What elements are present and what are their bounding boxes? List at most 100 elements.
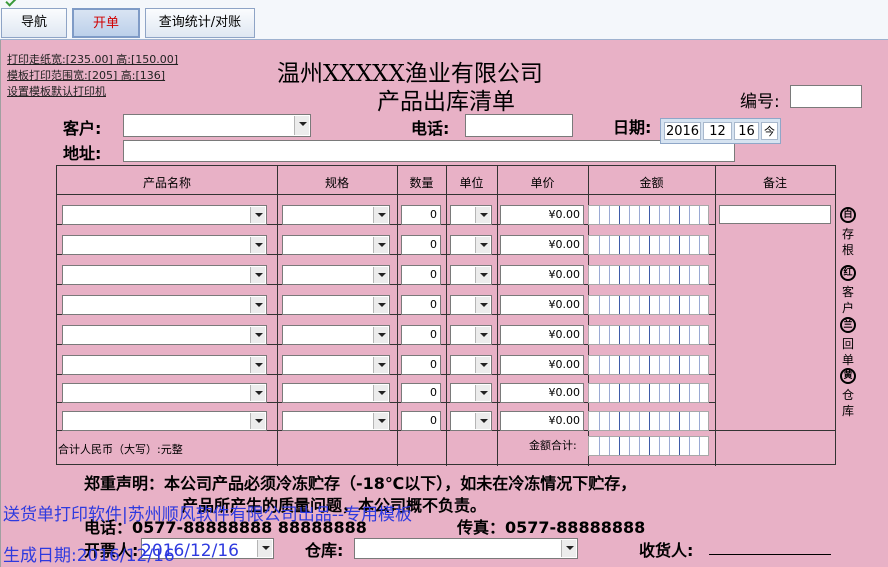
spec-select[interactable] — [282, 295, 390, 315]
chevron-down-icon[interactable] — [475, 385, 490, 401]
chevron-down-icon[interactable] — [373, 357, 388, 373]
paper-size-link[interactable]: 打印走纸宽:[235.00] 高:[150.00] — [7, 51, 178, 67]
date-month[interactable]: 12 — [703, 122, 732, 140]
spec-select[interactable] — [282, 325, 390, 345]
remark-input[interactable] — [719, 205, 831, 224]
order-form: 打印走纸宽:[235.00] 高:[150.00] 模板打印范围宽:[205] … — [0, 40, 888, 567]
chevron-down-icon[interactable] — [250, 357, 265, 373]
chevron-down-icon[interactable] — [373, 413, 388, 429]
unit-price-input[interactable]: ¥0.00 — [500, 383, 584, 403]
spec-select[interactable] — [282, 205, 390, 225]
amount-field — [588, 383, 709, 403]
quantity-input[interactable]: 0 — [401, 205, 441, 225]
chevron-down-icon[interactable] — [250, 237, 265, 253]
col-product-name: 产品名称 — [142, 176, 191, 190]
product-name-select[interactable] — [62, 325, 267, 345]
chevron-down-icon[interactable] — [475, 327, 490, 343]
unit-select[interactable] — [450, 383, 492, 403]
col-spec: 规格 — [324, 176, 349, 190]
unit-price-input[interactable]: ¥0.00 — [500, 235, 584, 255]
date-day[interactable]: 16 — [734, 122, 759, 140]
product-name-select[interactable] — [62, 235, 267, 255]
chevron-down-icon[interactable] — [373, 237, 388, 253]
chevron-down-icon[interactable] — [475, 237, 490, 253]
chevron-down-icon[interactable] — [373, 207, 388, 223]
product-name-select[interactable] — [62, 411, 267, 431]
quantity-input[interactable]: 0 — [401, 325, 441, 345]
unit-select[interactable] — [450, 355, 492, 375]
unit-price-input[interactable]: ¥0.00 — [500, 265, 584, 285]
unit-select[interactable] — [450, 411, 492, 431]
unit-select[interactable] — [450, 295, 492, 315]
chevron-down-icon[interactable] — [373, 327, 388, 343]
col-quantity: 数量 — [409, 176, 434, 190]
quantity-input[interactable]: 0 — [401, 383, 441, 403]
chevron-down-icon[interactable] — [250, 207, 265, 223]
chevron-down-icon[interactable] — [250, 267, 265, 283]
chevron-down-icon[interactable] — [250, 327, 265, 343]
document-title: 产品出库清单 — [377, 89, 515, 115]
number-label: 编号: — [740, 92, 780, 112]
phone-label: 电话: — [411, 119, 450, 138]
unit-price-input[interactable]: ¥0.00 — [500, 325, 584, 345]
quantity-input[interactable]: 0 — [401, 295, 441, 315]
spec-select[interactable] — [282, 411, 390, 431]
warehouse-select[interactable] — [354, 538, 578, 559]
date-year[interactable]: 2016 — [664, 122, 701, 140]
software-watermark: 送货单打印软件|苏州顺风软件有限公司出品--专用模板 — [3, 505, 412, 525]
chevron-down-icon[interactable] — [373, 297, 388, 313]
chevron-down-icon[interactable] — [475, 207, 490, 223]
product-name-select[interactable] — [62, 205, 267, 225]
product-name-select[interactable] — [62, 295, 267, 315]
chevron-down-icon[interactable] — [475, 413, 490, 429]
amount-field — [588, 235, 709, 255]
spec-select[interactable] — [282, 265, 390, 285]
quantity-input[interactable]: 0 — [401, 411, 441, 431]
copy-label-customer: 客户 — [841, 285, 854, 315]
unit-select[interactable] — [450, 325, 492, 345]
unit-price-input[interactable]: ¥0.00 — [500, 355, 584, 375]
chevron-down-icon[interactable] — [257, 540, 272, 557]
number-input[interactable] — [790, 85, 862, 108]
tab-new-order[interactable]: 开单 — [72, 8, 140, 38]
chevron-down-icon[interactable] — [475, 297, 490, 313]
chevron-down-icon[interactable] — [561, 540, 576, 557]
unit-select[interactable] — [450, 205, 492, 225]
spec-select[interactable] — [282, 355, 390, 375]
chevron-down-icon[interactable] — [475, 267, 490, 283]
quantity-input[interactable]: 0 — [401, 265, 441, 285]
unit-price-input[interactable]: ¥0.00 — [500, 205, 584, 225]
template-range-link[interactable]: 模板打印范围宽:[205] 高:[136] — [7, 67, 165, 83]
chevron-down-icon[interactable] — [475, 357, 490, 373]
date-picker[interactable]: 2016 12 16 今 — [660, 118, 781, 144]
address-input[interactable] — [123, 140, 735, 162]
tab-query-statistics[interactable]: 查询统计/对账 — [145, 8, 255, 38]
chevron-down-icon[interactable] — [250, 413, 265, 429]
product-name-select[interactable] — [62, 355, 267, 375]
chevron-down-icon[interactable] — [250, 385, 265, 401]
chevron-down-icon[interactable] — [373, 267, 388, 283]
today-button[interactable]: 今 — [761, 122, 778, 140]
unit-price-input[interactable]: ¥0.00 — [500, 411, 584, 431]
unit-price-input[interactable]: ¥0.00 — [500, 295, 584, 315]
phone-input[interactable] — [465, 114, 573, 137]
unit-select[interactable] — [450, 235, 492, 255]
chevron-down-icon[interactable] — [250, 297, 265, 313]
unit-select[interactable] — [450, 265, 492, 285]
quantity-input[interactable]: 0 — [401, 235, 441, 255]
chevron-down-icon[interactable] — [373, 385, 388, 401]
tab-navigation[interactable]: 导航 — [1, 8, 67, 38]
product-name-select[interactable] — [62, 265, 267, 285]
copy-label-receipt: 回单 — [841, 337, 854, 367]
customer-select[interactable] — [123, 114, 311, 137]
amount-total-field — [588, 436, 709, 456]
amount-field — [588, 325, 709, 345]
chevron-down-icon[interactable] — [294, 116, 309, 135]
receiver-label: 收货人: — [639, 541, 694, 560]
spec-select[interactable] — [282, 383, 390, 403]
date-label: 日期: — [613, 118, 652, 137]
quantity-input[interactable]: 0 — [401, 355, 441, 375]
spec-select[interactable] — [282, 235, 390, 255]
default-printer-link[interactable]: 设置模板默认打印机 — [7, 83, 106, 99]
product-name-select[interactable] — [62, 383, 267, 403]
